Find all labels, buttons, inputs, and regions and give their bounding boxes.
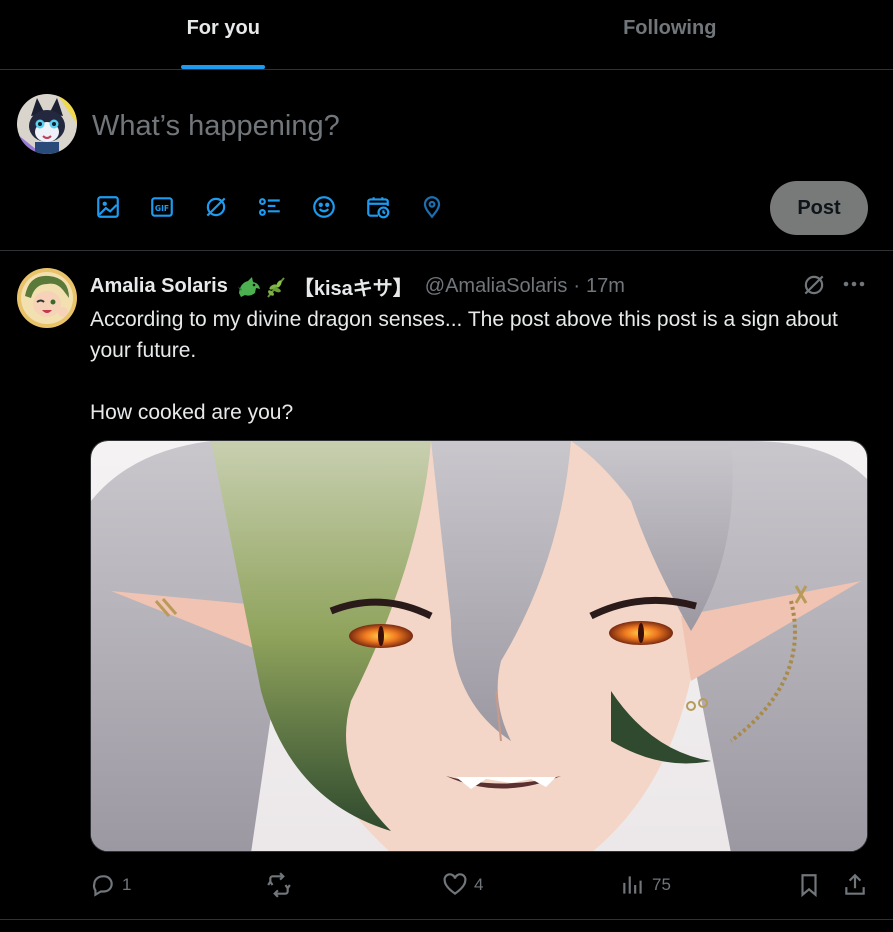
location-icon[interactable] [414, 189, 450, 225]
composer-toolbar: GIF [90, 189, 468, 225]
reply-button[interactable]: 1 [90, 872, 131, 898]
tweet-header: Amalia Solaris 【kisaキサ】 @AmaliaSolaris ·… [90, 272, 625, 301]
active-tab-indicator [181, 65, 266, 69]
share-button[interactable] [842, 872, 868, 898]
schedule-icon[interactable] [360, 189, 396, 225]
view-count: 75 [652, 875, 671, 894]
grok-explain-icon[interactable] [801, 272, 827, 298]
repost-button[interactable] [266, 872, 298, 898]
herb-emoji-icon [264, 275, 288, 299]
reply-icon [92, 875, 113, 897]
image-icon[interactable] [90, 189, 126, 225]
poll-icon[interactable] [252, 189, 288, 225]
grok-icon[interactable] [198, 189, 234, 225]
tweet-timestamp[interactable]: 17m [586, 275, 625, 298]
views-button[interactable]: 75 [620, 872, 671, 898]
user-avatar[interactable] [17, 94, 77, 154]
author-display-name[interactable]: Amalia Solaris [90, 275, 228, 298]
svg-text:GIF: GIF [155, 204, 169, 213]
tweet-text: According to my divine dragon senses... … [90, 308, 838, 424]
header-separator: · [573, 275, 581, 297]
gif-icon[interactable]: GIF [144, 189, 180, 225]
timeline-tabs: For you Following [0, 0, 893, 70]
author-handle[interactable]: @AmaliaSolaris [425, 275, 568, 298]
dragon-emoji-icon [236, 275, 262, 299]
bookmark-icon [801, 874, 817, 898]
bookmark-button[interactable] [796, 872, 822, 898]
share-icon [845, 873, 865, 895]
compose-input[interactable] [92, 104, 792, 148]
post-button[interactable]: Post [770, 181, 868, 235]
tab-for-you-label: For you [186, 17, 260, 39]
heart-icon [443, 873, 467, 895]
author-name-suffix: 【kisaキサ】 [293, 278, 413, 300]
tweet-media-image[interactable] [90, 440, 868, 852]
analytics-icon [623, 876, 642, 894]
more-options-icon[interactable] [840, 274, 868, 294]
tweet-actions: 1 4 75 [90, 872, 868, 902]
like-button[interactable]: 4 [442, 872, 483, 898]
like-count: 4 [474, 875, 484, 894]
post-composer: GIF Post [0, 71, 893, 251]
tab-following[interactable]: Following [447, 0, 893, 69]
emoji-icon[interactable] [306, 189, 342, 225]
author-avatar[interactable] [17, 268, 77, 328]
tweet[interactable]: Amalia Solaris 【kisaキサ】 @AmaliaSolaris ·… [0, 252, 893, 920]
tab-for-you[interactable]: For you [0, 0, 447, 69]
tab-following-label: Following [623, 17, 717, 39]
reply-count: 1 [122, 875, 132, 894]
repost-icon [267, 872, 291, 898]
